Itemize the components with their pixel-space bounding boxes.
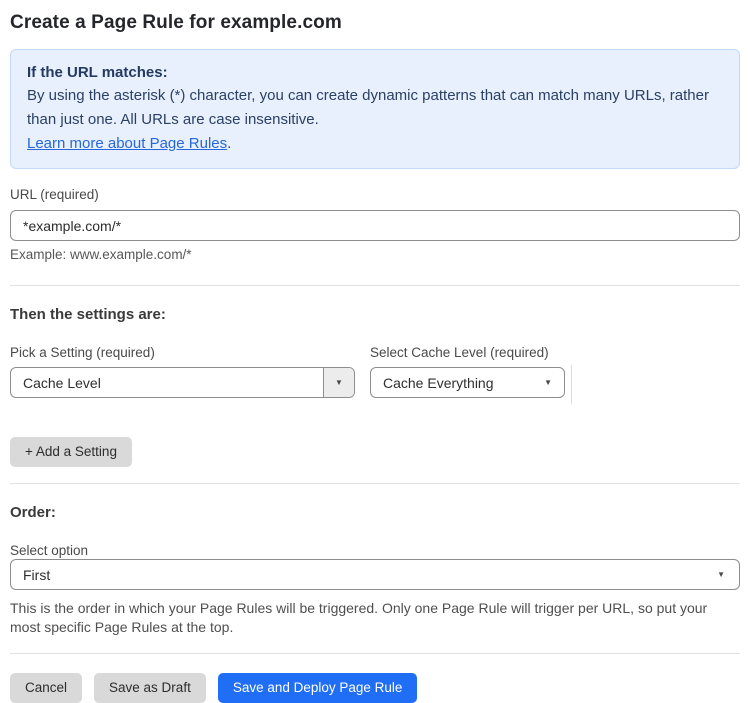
section-divider bbox=[10, 285, 740, 286]
url-input[interactable] bbox=[10, 210, 740, 241]
footer-actions: Cancel Save as Draft Save and Deploy Pag… bbox=[10, 673, 740, 703]
cache-level-value: Cache Everything bbox=[383, 374, 494, 391]
order-section-heading: Order: bbox=[10, 504, 56, 521]
cache-level-dropdown[interactable]: Cache Everything ▼ bbox=[370, 367, 565, 398]
url-field-label: URL (required) bbox=[10, 187, 99, 202]
save-and-deploy-button[interactable]: Save and Deploy Page Rule bbox=[217, 673, 418, 703]
cancel-button[interactable]: Cancel bbox=[10, 673, 83, 703]
info-link-line: Learn more about Page Rules. bbox=[27, 132, 723, 156]
page-rules-learn-more-link[interactable]: Learn more about Page Rules bbox=[27, 135, 227, 152]
order-helper-text: This is the order in which your Page Rul… bbox=[10, 600, 708, 635]
footer-divider bbox=[10, 653, 740, 654]
add-setting-button[interactable]: + Add a Setting bbox=[10, 437, 132, 467]
order-select[interactable]: First ▼ bbox=[10, 559, 740, 590]
cache-level-label: Select Cache Level (required) bbox=[370, 345, 549, 360]
settings-row: Pick a Setting (required) Cache Level ▼ … bbox=[10, 345, 740, 404]
section-divider bbox=[10, 483, 740, 484]
info-box-body: By using the asterisk (*) character, you… bbox=[27, 87, 709, 128]
setting-picker-label: Pick a Setting (required) bbox=[10, 345, 155, 360]
chevron-down-icon: ▼ bbox=[717, 570, 725, 579]
info-box-heading: If the URL matches: bbox=[27, 64, 168, 81]
create-page-rule-form: Create a Page Rule for example.com If th… bbox=[0, 0, 750, 703]
setting-picker-column: Pick a Setting (required) Cache Level ▼ bbox=[10, 345, 355, 404]
setting-picker-value: Cache Level bbox=[23, 374, 101, 391]
chevron-down-icon[interactable]: ▼ bbox=[323, 368, 354, 397]
chevron-down-icon: ▼ bbox=[544, 378, 552, 387]
save-as-draft-button[interactable]: Save as Draft bbox=[94, 673, 206, 703]
link-suffix: . bbox=[227, 135, 232, 152]
setting-picker-dropdown[interactable]: Cache Level ▼ bbox=[10, 367, 355, 398]
page-title: Create a Page Rule for example.com bbox=[10, 12, 342, 33]
settings-section-heading: Then the settings are: bbox=[10, 306, 166, 323]
order-select-label: Select option bbox=[10, 543, 89, 558]
url-field-helper: Example: www.example.com/* bbox=[10, 247, 192, 262]
setting-row-divider bbox=[571, 365, 572, 404]
url-match-info-box: If the URL matches: By using the asteris… bbox=[10, 49, 740, 169]
cache-level-column: Select Cache Level (required) Cache Ever… bbox=[370, 345, 565, 404]
order-select-value: First bbox=[23, 566, 51, 583]
